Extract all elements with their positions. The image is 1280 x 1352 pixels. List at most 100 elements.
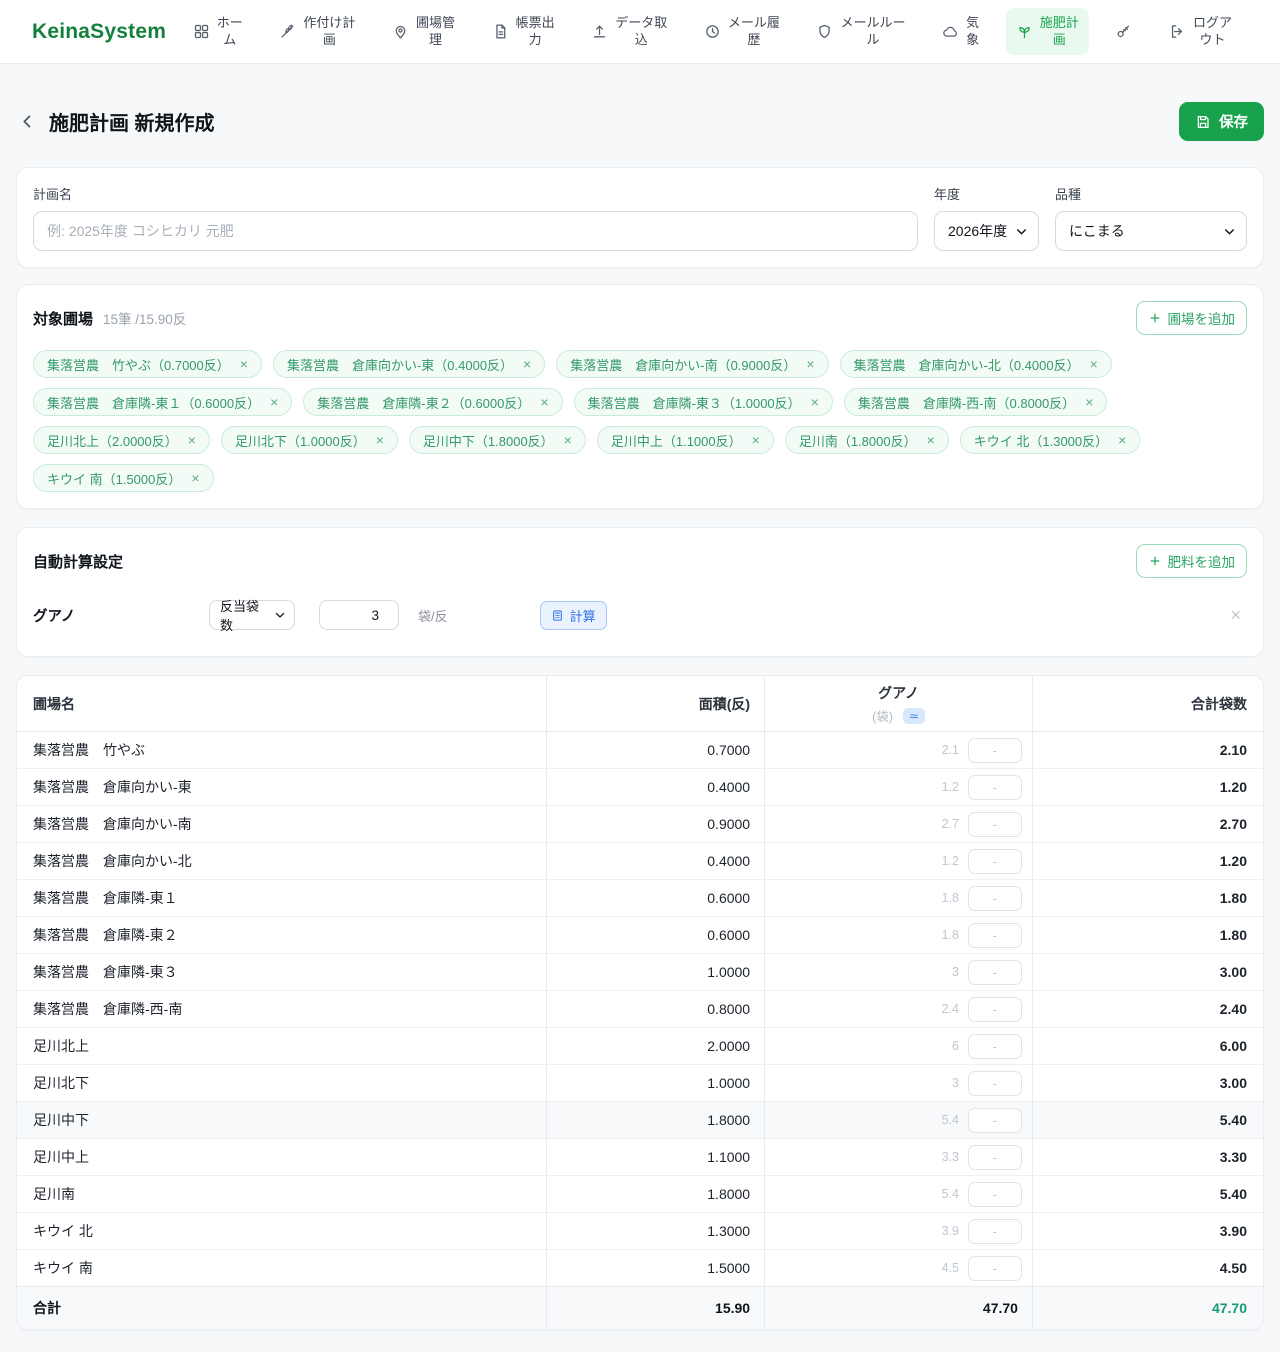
- approx-badge[interactable]: ≃: [903, 708, 925, 724]
- table-row: 足川南1.80005.45.40: [17, 1176, 1263, 1213]
- variety-select[interactable]: にこまる: [1055, 211, 1247, 251]
- target-fields-title: 対象圃場: [33, 308, 93, 329]
- cloud-icon: [942, 23, 959, 40]
- chip-close-icon[interactable]: ×: [1085, 395, 1093, 409]
- chip-close-icon[interactable]: ×: [270, 395, 278, 409]
- table-header-row: 圃場名 面積(反) グアノ (袋) ≃ 合計袋数: [17, 676, 1263, 732]
- auto-calc-title: 自動計算設定: [33, 551, 123, 572]
- field-chip: 集落営農 倉庫隣-西-南（0.8000反）×: [844, 388, 1108, 416]
- chip-close-icon[interactable]: ×: [752, 433, 760, 447]
- field-chip: キウイ 南（1.5000反） ×: [33, 464, 214, 492]
- calculated-value: 3: [952, 965, 959, 979]
- year-field: 年度 2026年度: [934, 184, 1039, 251]
- nav-item-home[interactable]: ホー ム: [183, 8, 253, 56]
- nav-item-mail-history[interactable]: メール履 歴: [694, 8, 790, 56]
- field-chip: 足川中下（1.8000反）×: [409, 426, 586, 454]
- nav-item-mail-rules[interactable]: メールルー ル: [806, 8, 915, 56]
- back-button[interactable]: [16, 110, 39, 133]
- chip-close-icon[interactable]: ×: [540, 395, 548, 409]
- fertilizer-override-input[interactable]: [968, 960, 1022, 985]
- nav-item-data-import[interactable]: データ取 込: [581, 8, 677, 56]
- fertilizer-override-input[interactable]: [968, 886, 1022, 911]
- field-name-cell: キウイ 北: [17, 1213, 547, 1250]
- field-chip: 集落営農 倉庫向かい-東（0.4000反）×: [273, 350, 545, 378]
- plus-icon: [1148, 554, 1162, 568]
- nav-item-fertilization-plan[interactable]: 施肥計 画: [1006, 8, 1089, 56]
- calculate-button[interactable]: 計算: [540, 601, 607, 630]
- fertilizer-override-input[interactable]: [968, 1145, 1022, 1170]
- add-field-button[interactable]: 圃場を追加: [1136, 301, 1248, 335]
- area-cell: 0.6000: [547, 880, 765, 917]
- nav-item-report-output[interactable]: 帳票出 力: [482, 8, 565, 56]
- nav-item-planting-plan[interactable]: 作付け計 画: [269, 8, 365, 56]
- chip-close-icon[interactable]: ×: [1118, 433, 1126, 447]
- field-chip: 足川北上（2.0000反）×: [33, 426, 210, 454]
- save-button[interactable]: 保存: [1179, 102, 1264, 141]
- fertilizer-override-input[interactable]: [968, 812, 1022, 837]
- nav-item-password[interactable]: [1105, 16, 1142, 47]
- chip-close-icon[interactable]: ×: [1090, 357, 1098, 371]
- fertilizer-cell: 5.4: [765, 1176, 1033, 1213]
- fertilizer-cell: 2.4: [765, 991, 1033, 1028]
- fertilizer-override-input[interactable]: [968, 1182, 1022, 1207]
- fertilizer-cell: 1.2: [765, 843, 1033, 880]
- chip-close-icon[interactable]: ×: [191, 471, 199, 485]
- fertilizer-override-input[interactable]: [968, 1108, 1022, 1133]
- chip-close-icon[interactable]: ×: [927, 433, 935, 447]
- chip-close-icon[interactable]: ×: [811, 395, 819, 409]
- field-chip-label: キウイ 南（1.5000反）: [47, 469, 181, 488]
- plan-name-input[interactable]: [33, 211, 918, 251]
- header-total-bags: 合計袋数: [1032, 676, 1263, 732]
- variety-field: 品種 にこまる: [1055, 184, 1247, 251]
- fertilizer-override-input[interactable]: [968, 1071, 1022, 1096]
- nav-item-field-management[interactable]: 圃場管 理: [382, 8, 465, 56]
- amount-per-tan-input[interactable]: [319, 600, 399, 630]
- chevron-left-icon: [18, 112, 37, 131]
- remove-fertilizer-icon[interactable]: ×: [1224, 605, 1247, 625]
- field-name-cell: 足川南: [17, 1176, 547, 1213]
- nav-item-label: データ取 込: [615, 15, 667, 49]
- fertilizer-override-input[interactable]: [968, 1256, 1022, 1281]
- target-fields-summary: 15筆 /15.90反: [103, 308, 186, 328]
- year-label: 年度: [934, 184, 1039, 203]
- chip-close-icon[interactable]: ×: [188, 433, 196, 447]
- nav-item-label: 帳票出 力: [516, 15, 555, 49]
- chevron-down-icon: [1222, 224, 1237, 239]
- results-table-card: 圃場名 面積(反) グアノ (袋) ≃ 合計袋数 集落営農 竹やぶ0.70002…: [16, 675, 1264, 1330]
- brand-logo[interactable]: KeinaSystem: [32, 20, 166, 44]
- fertilizer-override-input[interactable]: [968, 1034, 1022, 1059]
- total-bags-cell: 1.80: [1032, 880, 1263, 917]
- calculated-value: 3.3: [942, 1150, 959, 1164]
- total-bags-cell: 2.10: [1032, 732, 1263, 769]
- fertilizer-override-input[interactable]: [968, 775, 1022, 800]
- fertilizer-override-input[interactable]: [968, 1219, 1022, 1244]
- add-field-button-label: 圃場を追加: [1168, 308, 1236, 328]
- map-pin-icon: [392, 23, 409, 40]
- chip-close-icon[interactable]: ×: [806, 357, 814, 371]
- chip-close-icon[interactable]: ×: [240, 357, 248, 371]
- nav-item-weather[interactable]: 気 象: [932, 8, 989, 56]
- variety-label: 品種: [1055, 184, 1247, 203]
- calc-mode-select[interactable]: 反当袋数: [209, 600, 295, 630]
- fertilizer-override-input[interactable]: [968, 738, 1022, 763]
- field-chip: 集落営農 倉庫向かい-南（0.9000反）×: [556, 350, 828, 378]
- chip-close-icon[interactable]: ×: [564, 433, 572, 447]
- header-fertilizer-unit: (袋): [872, 706, 893, 725]
- wheat-icon: [279, 23, 296, 40]
- nav-item-logout[interactable]: ログア ウト: [1159, 8, 1242, 56]
- table-row: キウイ 南1.50004.54.50: [17, 1250, 1263, 1287]
- chip-close-icon[interactable]: ×: [523, 357, 531, 371]
- area-cell: 1.3000: [547, 1213, 765, 1250]
- auto-calc-header: 自動計算設定 肥料を追加: [33, 544, 1247, 578]
- chip-close-icon[interactable]: ×: [376, 433, 384, 447]
- sprout-icon: [1016, 23, 1033, 40]
- nav-item-label: メールルー ル: [840, 15, 905, 49]
- fertilizer-override-input[interactable]: [968, 997, 1022, 1022]
- year-select[interactable]: 2026年度: [934, 211, 1039, 251]
- field-name-cell: 足川中下: [17, 1102, 547, 1139]
- document-icon: [492, 23, 509, 40]
- chevron-down-icon: [273, 608, 287, 622]
- fertilizer-override-input[interactable]: [968, 923, 1022, 948]
- add-fertilizer-button[interactable]: 肥料を追加: [1136, 544, 1248, 578]
- fertilizer-override-input[interactable]: [968, 849, 1022, 874]
